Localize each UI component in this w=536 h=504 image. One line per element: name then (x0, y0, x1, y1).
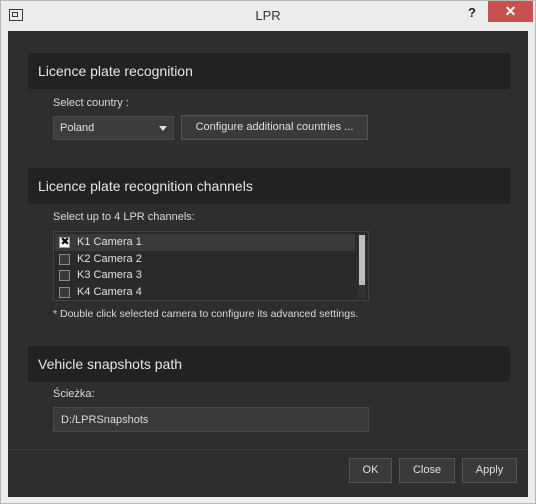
checkbox[interactable]: ✖ (59, 235, 70, 248)
snapshots-path-input[interactable]: D:/LPRSnapshots (53, 407, 369, 432)
list-item[interactable]: K3 Camera 3 (55, 267, 355, 284)
list-item-label: K1 Camera 1 (77, 236, 142, 248)
dialog-body: Licence plate recognition Select country… (8, 31, 528, 497)
channels-note: * Double click selected camera to config… (53, 308, 359, 320)
section-title: Licence plate recognition (38, 63, 193, 79)
country-label: Select country : (53, 97, 129, 109)
title-bar: LPR ? ✕ (1, 1, 535, 31)
help-button[interactable]: ? (463, 5, 481, 23)
section-header-recognition: Licence plate recognition (28, 53, 510, 89)
section-title: Licence plate recognition channels (38, 178, 253, 194)
country-select[interactable]: Poland (53, 116, 174, 140)
list-item-label: K2 Camera 2 (77, 253, 142, 265)
path-label: Ścieżka: (53, 388, 95, 400)
close-window-button[interactable]: ✕ (488, 1, 533, 22)
window-title: LPR (255, 8, 281, 23)
check-icon: ✖ (60, 235, 70, 248)
chevron-down-icon (159, 126, 167, 131)
list-item[interactable]: K2 Camera 2 (55, 251, 355, 268)
channels-label: Select up to 4 LPR channels: (53, 211, 195, 223)
list-item[interactable]: K4 Camera 4 (55, 284, 355, 301)
list-item[interactable]: ✖ K1 Camera 1 (55, 234, 355, 251)
ok-button[interactable]: OK (349, 458, 392, 483)
snapshots-path-value: D:/LPRSnapshots (61, 414, 149, 426)
divider (8, 449, 528, 450)
list-item-label: K4 Camera 4 (77, 286, 142, 298)
list-item-label: K3 Camera 3 (77, 269, 142, 281)
close-button[interactable]: Close (399, 458, 455, 483)
section-header-channels: Licence plate recognition channels (28, 168, 510, 204)
checkbox[interactable] (59, 287, 70, 298)
list-scrollbar[interactable] (358, 234, 366, 298)
checkbox[interactable] (59, 270, 70, 281)
country-select-value: Poland (60, 122, 95, 134)
section-header-snapshots: Vehicle snapshots path (28, 346, 510, 382)
apply-button[interactable]: Apply (462, 458, 517, 483)
scrollbar-thumb[interactable] (359, 235, 365, 285)
channels-list[interactable]: ✖ K1 Camera 1 K2 Camera 2 K3 Camera 3 K4… (53, 231, 369, 301)
lpr-dialog: LPR ? ✕ Licence plate recognition Select… (0, 0, 536, 504)
section-title: Vehicle snapshots path (38, 356, 182, 372)
configure-countries-button[interactable]: Configure additional countries ... (181, 115, 368, 140)
checkbox[interactable] (59, 254, 70, 265)
